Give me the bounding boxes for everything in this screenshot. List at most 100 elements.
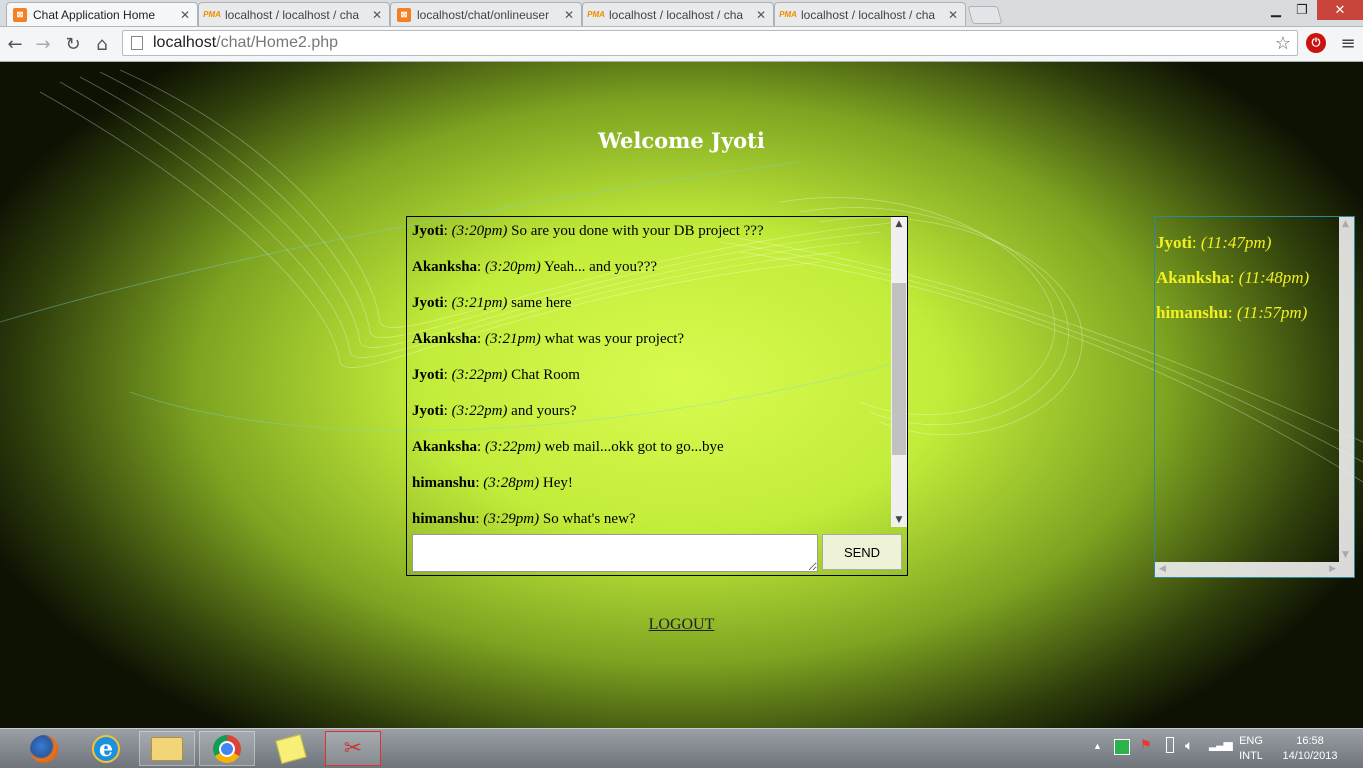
firefox-icon[interactable]	[16, 731, 72, 766]
phpmyadmin-icon: PMA	[587, 10, 605, 19]
chrome-menu-icon[interactable]: ≡	[1338, 33, 1358, 55]
online-user-time: (11:48pm)	[1238, 268, 1310, 287]
chat-message: Akanksha: (3:21pm) what was your project…	[412, 331, 685, 347]
message-text: what was your project?	[544, 331, 685, 347]
message-text: So what's new?	[542, 511, 636, 527]
tab-online-users[interactable]: ⊠ localhost/chat/onlineuser ✕	[390, 2, 582, 26]
message-time: (3:29pm)	[483, 511, 540, 527]
message-text: Yeah... and you???	[544, 259, 658, 275]
system-clock[interactable]: 16:58 14/10/2013	[1270, 734, 1350, 764]
message-time: (3:22pm)	[484, 439, 541, 455]
scroll-left-icon[interactable]: ◀	[1159, 564, 1166, 574]
online-user-item: Akanksha: (11:48pm)	[1156, 268, 1310, 287]
battery-icon[interactable]	[1166, 737, 1174, 753]
message-text: Hey!	[542, 475, 573, 491]
tab-phpmyadmin-2[interactable]: PMA localhost / localhost / cha ✕	[582, 2, 774, 26]
chat-message: Jyoti: (3:22pm) Chat Room	[412, 367, 580, 383]
message-time: (3:22pm)	[451, 367, 508, 383]
sticky-notes-icon[interactable]	[263, 731, 319, 766]
message-scrollbar[interactable]: ▲ ▼	[891, 217, 907, 527]
phpmyadmin-icon: PMA	[203, 10, 221, 19]
page-viewport: Welcome Jyoti Jyoti: (3:20pm) So are you…	[0, 62, 1363, 728]
message-text: web mail...okk got to go...bye	[544, 439, 724, 455]
tab-close-icon[interactable]: ✕	[755, 8, 767, 22]
xampp-icon: ⊠	[13, 7, 27, 22]
tab-close-icon[interactable]: ✕	[563, 8, 575, 22]
message-user: himanshu	[412, 511, 476, 527]
volume-icon[interactable]: 🔈︎	[1185, 737, 1193, 754]
online-horizontal-scrollbar[interactable]: ◀ ▶	[1155, 562, 1354, 577]
tab-title: localhost / localhost / cha	[609, 7, 744, 22]
browser-tab-strip: ⊠ Chat Application Home ✕ PMA localhost …	[0, 0, 1363, 27]
scroll-up-icon[interactable]: ▲	[891, 217, 907, 231]
scroll-right-icon[interactable]: ▶	[1329, 564, 1336, 574]
logout-link[interactable]: LOGOUT	[0, 616, 1363, 634]
chat-message: Akanksha: (3:22pm) web mail...okk got to…	[412, 439, 724, 455]
message-time: (3:22pm)	[451, 403, 508, 419]
windows-taskbar: e ✂ ▲ ⚑ 🔈︎ ▂▃▅ ENG INTL 16:58 14/10/2013	[0, 728, 1363, 768]
online-user-item: Jyoti: (11:47pm)	[1156, 233, 1272, 252]
reload-icon[interactable]: ↻	[62, 33, 84, 55]
scroll-down-icon[interactable]: ▼	[891, 513, 907, 527]
forward-arrow-icon[interactable]: →	[32, 33, 54, 55]
message-time: (3:20pm)	[484, 259, 541, 275]
message-input[interactable]	[412, 534, 818, 572]
message-user: Akanksha	[412, 331, 478, 347]
online-vertical-scrollbar[interactable]: ▲ ▼	[1339, 217, 1354, 562]
tab-title: localhost / localhost / cha	[225, 7, 360, 22]
browser-toolbar: ← → ↻ ⌂ localhost/chat/Home2.php ☆ ⏻ ≡	[0, 27, 1363, 62]
message-list: Jyoti: (3:20pm) So are you done with you…	[407, 217, 891, 527]
home-icon[interactable]: ⌂	[91, 33, 113, 55]
show-hidden-icons-icon[interactable]: ▲	[1093, 741, 1102, 751]
message-user: himanshu	[412, 475, 476, 491]
tab-close-icon[interactable]: ✕	[179, 8, 191, 22]
file-explorer-icon[interactable]	[139, 731, 195, 766]
snipping-tool-icon[interactable]: ✂	[325, 731, 381, 766]
message-time: (3:28pm)	[483, 475, 540, 491]
chrome-icon[interactable]	[199, 731, 255, 766]
internet-explorer-icon[interactable]: e	[78, 731, 134, 766]
close-window-icon[interactable]: ✕	[1317, 0, 1363, 20]
message-user: Jyoti	[412, 403, 444, 419]
welcome-heading: Welcome Jyoti	[598, 128, 765, 153]
tab-title: localhost/chat/onlineuser	[417, 7, 550, 22]
page-icon	[131, 36, 143, 50]
online-users-panel: Jyoti: (11:47pm) Akanksha: (11:48pm) him…	[1154, 216, 1355, 578]
message-text: same here	[511, 295, 572, 311]
chat-message: Jyoti: (3:21pm) same here	[412, 295, 572, 311]
tab-title: localhost / localhost / cha	[801, 7, 936, 22]
scrollbar-thumb[interactable]	[892, 283, 906, 455]
tab-close-icon[interactable]: ✕	[947, 8, 959, 22]
minimize-icon[interactable]: ▁	[1262, 0, 1290, 20]
scroll-up-icon[interactable]: ▲	[1342, 219, 1349, 229]
clock-time: 16:58	[1296, 735, 1324, 747]
url-path: /chat/Home2.php	[216, 34, 339, 51]
send-button[interactable]: SEND	[822, 534, 902, 570]
tab-phpmyadmin-3[interactable]: PMA localhost / localhost / cha ✕	[774, 2, 966, 26]
scroll-down-icon[interactable]: ▼	[1342, 550, 1349, 560]
address-bar[interactable]: localhost/chat/Home2.php ☆	[122, 30, 1298, 56]
online-user-name: himanshu	[1156, 303, 1228, 322]
online-user-name: Akanksha	[1156, 268, 1230, 287]
message-time: (3:20pm)	[451, 223, 508, 239]
back-arrow-icon[interactable]: ←	[4, 33, 26, 55]
chat-box: Jyoti: (3:20pm) So are you done with you…	[406, 216, 908, 576]
extension-icon[interactable]: ⏻	[1306, 33, 1326, 53]
message-time: (3:21pm)	[484, 331, 541, 347]
tab-close-icon[interactable]: ✕	[371, 8, 383, 22]
new-tab-button[interactable]	[967, 6, 1003, 24]
restore-icon[interactable]: ❐	[1288, 0, 1316, 20]
chat-message: Akanksha: (3:20pm) Yeah... and you???	[412, 259, 658, 275]
message-text: and yours?	[511, 403, 577, 419]
message-user: Jyoti	[412, 295, 444, 311]
message-user: Jyoti	[412, 223, 444, 239]
tab-chat-application-home[interactable]: ⊠ Chat Application Home ✕	[6, 2, 198, 26]
xampp-icon: ⊠	[397, 7, 411, 22]
tray-app-icon[interactable]	[1114, 739, 1130, 755]
tab-phpmyadmin-1[interactable]: PMA localhost / localhost / cha ✕	[198, 2, 390, 26]
online-user-time: (11:47pm)	[1200, 233, 1272, 252]
message-time: (3:21pm)	[451, 295, 508, 311]
bookmark-star-icon[interactable]: ☆	[1275, 33, 1291, 54]
clock-date: 14/10/2013	[1282, 750, 1338, 762]
action-center-icon[interactable]: ⚑	[1140, 737, 1152, 753]
